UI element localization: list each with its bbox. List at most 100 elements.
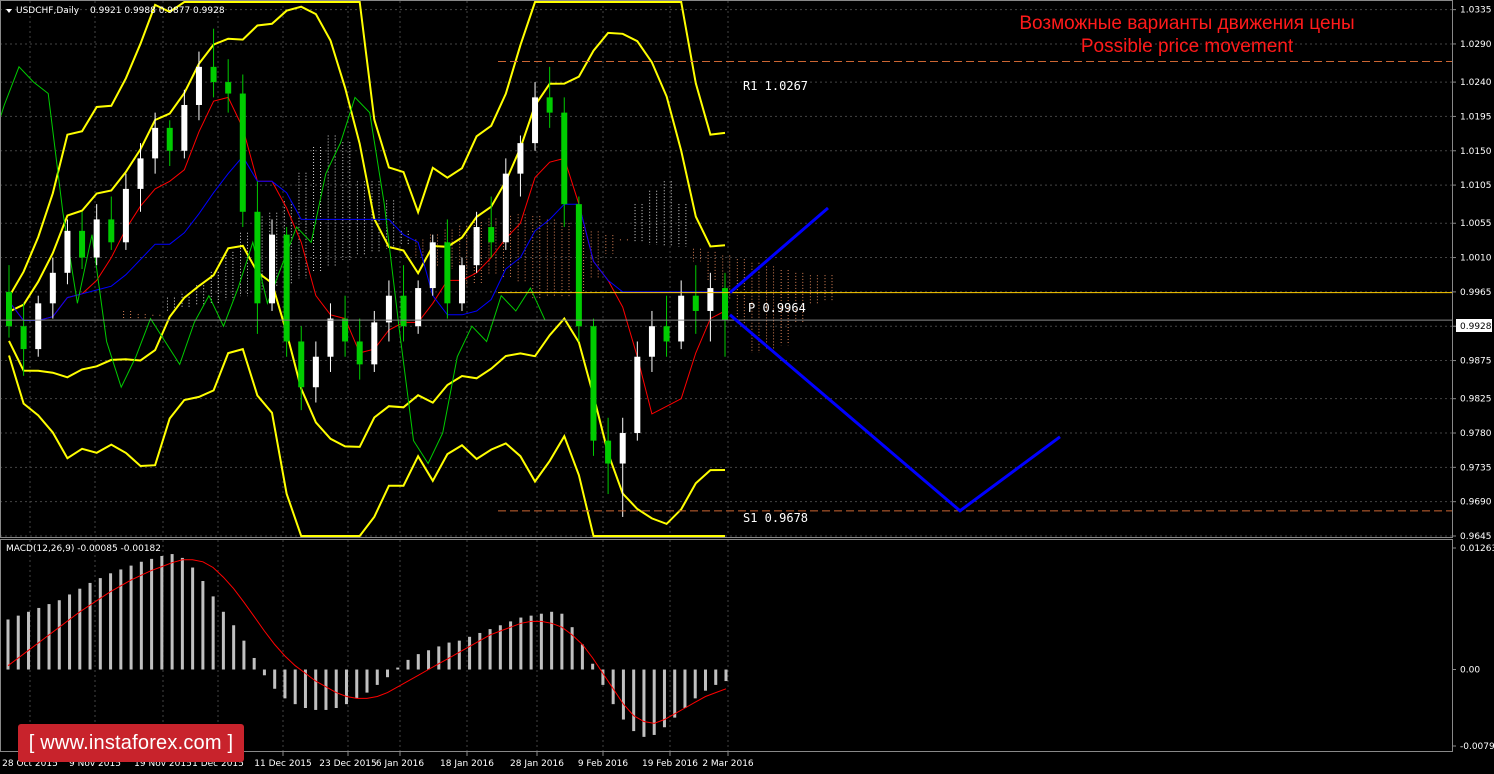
candle-bear bbox=[210, 66, 217, 83]
macd-hist-bar bbox=[232, 625, 236, 670]
macd-hist-bar bbox=[427, 650, 431, 670]
candle-bull bbox=[532, 97, 539, 144]
candle-bull bbox=[473, 227, 480, 266]
macd-hist-bar bbox=[242, 640, 246, 670]
macd-hist-bar bbox=[201, 581, 205, 670]
candle-bull bbox=[195, 66, 202, 105]
y-tick-label: 1.0010 bbox=[1460, 254, 1492, 264]
candle-bear bbox=[444, 242, 451, 304]
candle-bull bbox=[269, 234, 276, 304]
pivot-label: P 0.9964 bbox=[748, 301, 806, 315]
candle-bull bbox=[385, 295, 392, 323]
macd-hist-bar bbox=[591, 663, 595, 670]
candle-bear bbox=[488, 227, 495, 243]
macd-hist-bar bbox=[529, 615, 533, 670]
macd-hist-bar bbox=[457, 640, 461, 670]
macd-hist-bar bbox=[724, 669, 728, 682]
candle-bear bbox=[356, 341, 363, 365]
candle-bear bbox=[590, 326, 597, 441]
macd-hist-bar bbox=[396, 667, 400, 670]
candle-bull bbox=[137, 158, 144, 189]
x-tick-label: 11 Dec 2015 bbox=[254, 759, 312, 769]
macd-hist-bar bbox=[509, 621, 513, 670]
candle-bear bbox=[561, 112, 568, 205]
candle-bull bbox=[517, 143, 524, 174]
candle-bull bbox=[648, 326, 655, 357]
x-tick-label: 6 Jan 2016 bbox=[376, 759, 424, 769]
macd-hist-bar bbox=[642, 669, 646, 737]
macd-hist-bar bbox=[262, 669, 266, 676]
macd-hist-bar bbox=[355, 669, 359, 699]
candle-bear bbox=[298, 341, 305, 388]
headline-en: Possible price movement bbox=[1081, 36, 1294, 57]
candle-bear bbox=[254, 211, 261, 304]
macd-y-tick-label: 0.01263 bbox=[1460, 544, 1494, 554]
chart-canvas: 1.0335 1.0290 1.0240 1.0195 1.0150 1.0105 1.00… bbox=[0, 0, 1494, 774]
candle-bull bbox=[678, 295, 685, 342]
macd-hist-bar bbox=[37, 607, 41, 670]
candle-bull bbox=[181, 104, 188, 151]
x-tick-label: 9 Feb 2016 bbox=[578, 759, 629, 769]
macd-hist-bar bbox=[139, 561, 143, 670]
macd-hist-bar bbox=[344, 669, 348, 705]
macd-header: MACD(12,26,9) -0.00085 -0.00182 bbox=[6, 544, 161, 554]
macd-hist-bar bbox=[416, 654, 420, 670]
macd-hist-bar bbox=[88, 582, 92, 670]
macd-hist-bar bbox=[324, 669, 328, 710]
macd-hist-bar bbox=[170, 554, 174, 670]
macd-hist-bar bbox=[714, 669, 718, 685]
macd-hist-bar bbox=[283, 669, 287, 699]
candle-bear bbox=[108, 219, 115, 243]
y-tick-label: 1.0290 bbox=[1460, 40, 1492, 50]
candle-bear bbox=[692, 295, 699, 311]
y-tick-label: 0.9875 bbox=[1460, 357, 1492, 367]
macd-hist-bar bbox=[375, 669, 379, 685]
y-tick-label: 1.0335 bbox=[1460, 6, 1492, 16]
y-tick-label: 1.0105 bbox=[1460, 181, 1492, 191]
macd-hist-bar bbox=[447, 642, 451, 670]
x-tick-label: 18 Jan 2016 bbox=[440, 759, 494, 769]
macd-hist-bar bbox=[47, 604, 51, 670]
macd-hist-bar bbox=[406, 659, 410, 670]
macd-hist-bar bbox=[191, 567, 195, 670]
macd-hist-bar bbox=[221, 611, 225, 670]
y-tick-label: 0.9690 bbox=[1460, 498, 1492, 508]
candle-bear bbox=[20, 326, 27, 350]
macd-hist-bar bbox=[211, 596, 215, 670]
candle-bear bbox=[546, 97, 553, 113]
symbol-label: USDCHF,Daily bbox=[16, 6, 80, 16]
macd-hist-bar bbox=[6, 619, 10, 670]
macd-hist-bar bbox=[550, 611, 554, 670]
macd-hist-bar bbox=[273, 669, 277, 689]
macd-hist-bar bbox=[129, 565, 133, 670]
headline-ru: Возможные варианты движения цены bbox=[1019, 13, 1354, 34]
candle-bull bbox=[502, 173, 509, 243]
candle-bull bbox=[312, 356, 319, 388]
candle-bull bbox=[93, 219, 100, 258]
y-tick-label: 0.9825 bbox=[1460, 395, 1492, 405]
macd-hist-bar bbox=[252, 657, 256, 670]
y-tick-label: 0.9965 bbox=[1460, 288, 1492, 298]
candle-bear bbox=[239, 93, 246, 212]
y-tick-label: 0.9645 bbox=[1460, 532, 1492, 542]
candle-bear bbox=[605, 440, 612, 464]
candle-bear bbox=[6, 291, 12, 327]
y-tick-label: 0.9780 bbox=[1460, 429, 1492, 439]
x-tick-label: 2 Mar 2016 bbox=[702, 759, 754, 769]
x-tick-label: 23 Dec 2015 bbox=[319, 759, 377, 769]
candle-bull bbox=[619, 433, 626, 464]
macd-hist-bar bbox=[27, 611, 31, 670]
candle-bear bbox=[225, 82, 232, 94]
macd-hist-bar bbox=[109, 573, 113, 670]
macd-hist-bar bbox=[560, 613, 564, 670]
macd-hist-bar bbox=[98, 578, 102, 670]
macd-hist-bar bbox=[683, 669, 687, 708]
candle-bull bbox=[707, 288, 714, 311]
macd-hist-bar bbox=[693, 669, 697, 699]
y-tick-label: 1.0055 bbox=[1460, 219, 1492, 229]
macd-hist-bar bbox=[78, 588, 82, 670]
candle-bear bbox=[342, 318, 349, 342]
current-price-label: 0.9928 bbox=[1460, 322, 1492, 332]
macd-hist-bar bbox=[119, 569, 123, 670]
candle-bear bbox=[400, 295, 407, 327]
